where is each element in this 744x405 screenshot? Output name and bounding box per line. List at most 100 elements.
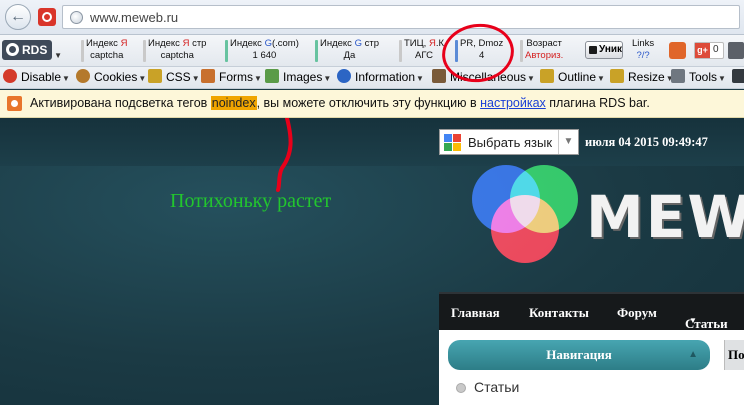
wand-icon [148,69,162,83]
image-icon [265,69,279,83]
menu-label: Forms [219,70,253,84]
logo-text: MEW [586,183,744,251]
metric-value: Да [343,50,356,61]
menu-label: Images [283,70,323,84]
menu-label: Disable [21,70,62,84]
folder-icon [432,69,446,83]
menu-label: Tools [689,70,718,84]
translate-label: Выбрать язык [468,135,553,150]
menu-home[interactable]: Главная [451,305,500,321]
form-icon [201,69,215,83]
site-date: июля 04 2015 09:49:47 [585,135,708,149]
menu-outline[interactable]: Outline▼ [540,69,605,84]
metric-google-pages[interactable]: Индекс G стр Да [315,38,379,62]
notification-text: , вы можете отключить эту функцию в [256,96,481,110]
monitor-icon [732,69,744,83]
metric-label: Индекс [86,38,121,49]
menu-label: Resize [628,70,665,84]
metric-bar [225,40,228,62]
menu-contacts[interactable]: Контакты [529,305,589,321]
disable-icon [3,69,17,83]
globe-icon [70,11,83,24]
nav-item-articles[interactable]: Статьи [456,379,519,395]
metric-tic-ags[interactable]: ТИЦ, Я.К АГС [399,38,444,62]
metric-label-brand: Я [428,38,436,49]
metric-label-suffix: стр [361,38,379,49]
metric-google-index[interactable]: Индекс G(.com) 1 640 [225,38,299,62]
unik-button[interactable]: Уник [585,41,623,59]
metric-yandex-pages[interactable]: Индекс Я стр captcha [143,38,207,62]
links-label: Links [632,38,655,49]
rds-menu-button[interactable]: RDS ▼ [2,40,62,60]
annotation-text: Потихоньку растет [170,190,332,212]
gear-icon [6,43,19,56]
back-button[interactable]: ← [5,4,31,30]
metric-value: 1 640 [252,50,277,61]
metric-label: Индекс [320,38,355,49]
menu-css[interactable]: CSS▼ [148,69,200,84]
menu-label: CSS [166,70,191,84]
menu-information[interactable]: Information▼ [337,69,424,84]
metric-label-brand: G [264,38,272,49]
gplus-count: 0 [713,44,719,55]
notification-message: Активирована подсветка тегов noindex, вы… [30,96,650,110]
metric-bar [520,40,523,62]
metric-value: captcha [90,50,124,61]
menu-cookies[interactable]: Cookies▼ [76,69,146,84]
notification-text: Активирована подсветка тегов [30,96,211,110]
sidebar-panel: Навигация ▲ По Статьи [439,330,744,405]
chevron-down-icon: ▼ [54,51,62,60]
cookie-icon [76,69,90,83]
pencil-icon [540,69,554,83]
noindex-highlight: noindex [210,96,257,110]
annotation-arrow [276,118,293,192]
menu-images[interactable]: Images▼ [265,69,331,84]
links-value: ?/? [636,50,650,61]
nav-item-label: Статьи [474,379,520,395]
metric-bar [143,40,146,62]
menu-forms[interactable]: Forms▼ [201,69,262,84]
metric-yandex-index[interactable]: Индекс Я captcha [81,38,128,62]
metric-label: Индекс [148,38,183,49]
metric-label-brand: Я [120,38,128,49]
google-translate-select[interactable]: Выбрать язык ▼ [439,129,579,155]
bullet-icon [456,383,466,393]
menu-label: Outline [558,70,597,84]
collapse-triangle-icon: ▲ [688,349,698,360]
metric-label: Индекс [230,38,265,49]
menu-overflow[interactable] [732,69,744,84]
menu-forum[interactable]: Форум [617,305,657,321]
metric-value: Авториз. [525,50,564,61]
url-field[interactable]: www.meweb.ru [62,5,740,29]
logo-circle-red [491,195,559,263]
navigation-header[interactable]: Навигация ▲ [448,340,710,370]
resize-icon [610,69,624,83]
metric-label: ТИЦ, [404,38,429,49]
gplus-icon: g+ [695,43,710,58]
metric-value: АГС [415,50,433,61]
info-icon[interactable] [669,42,686,59]
overflow-button[interactable] [728,42,744,59]
menu-tools[interactable]: Tools▼ [671,69,726,84]
gplus-counter[interactable]: g+ 0 [694,42,724,59]
tools-icon [671,69,685,83]
menu-label: Information [355,70,416,84]
metric-value: captcha [160,50,194,61]
menu-disable[interactable]: Disable▼ [3,69,70,84]
links-counter[interactable]: Links ?/? [632,38,654,62]
addon-icon[interactable] [38,8,56,26]
settings-link[interactable]: настройках [480,96,546,110]
metric-bar [81,40,84,62]
site-logo[interactable]: MEW [466,165,744,280]
metric-label-suffix: стр [189,38,207,49]
chevron-down-icon: ▼ [689,316,697,325]
notification-bar: Активирована подсветка тегов noindex, вы… [0,90,744,118]
metric-bar [399,40,402,62]
website-content: Выбрать язык ▼ июля 04 2015 09:49:47 MEW… [0,118,744,405]
rds-toolbar: RDS ▼ Индекс Я captcha Индекс Я стр capt… [0,35,744,67]
url-text[interactable]: www.meweb.ru [90,10,178,25]
metric-age[interactable]: Возраст Авториз. [520,38,564,62]
metric-label: Возраст [526,38,562,49]
metric-label-brand: G [354,38,362,49]
menu-resize[interactable]: Resize▼ [610,69,674,84]
